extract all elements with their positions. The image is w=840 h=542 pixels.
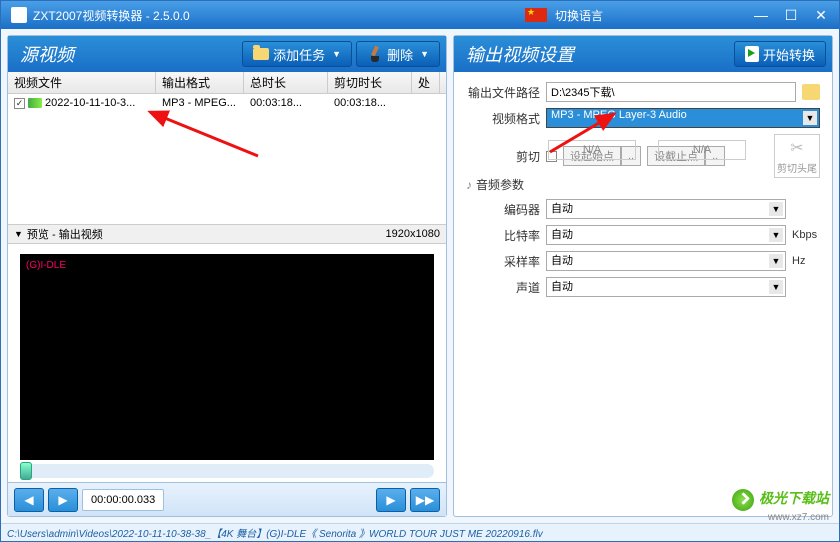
encoder-label: 编码器 [466, 201, 540, 218]
list-body[interactable]: ✓ 2022-10-11-10-3... MP3 - MPEG... 00:03… [8, 94, 446, 224]
folder-icon [253, 48, 269, 60]
cut-label: 剪切头尾 [777, 160, 817, 175]
chevron-down-icon: ▼ [420, 49, 429, 59]
playback-slider[interactable] [20, 464, 434, 478]
watermark-name: 极光下载站 [759, 490, 829, 506]
col-format[interactable]: 输出格式 [156, 72, 244, 93]
encoder-select[interactable]: 自动 ▼ [546, 199, 786, 219]
annotation-arrow-left [138, 106, 268, 166]
bitrate-label: 比特率 [466, 227, 540, 244]
trim-start-na: N/A [548, 140, 636, 160]
add-task-button[interactable]: 添加任务 ▼ [242, 41, 352, 67]
add-task-label: 添加任务 [273, 45, 325, 64]
browse-folder-button[interactable] [802, 84, 820, 100]
maximize-button[interactable]: ☐ [779, 6, 803, 24]
music-note-icon: ♪ [466, 178, 472, 192]
status-bar: C:\Users\admin\Videos\2022-10-11-10-38-3… [1, 523, 839, 541]
watermark-url: www.xz7.com [768, 512, 829, 523]
preview-label: 预览 - 输出视频 [27, 226, 103, 242]
chevron-down-icon: ▼ [769, 254, 783, 268]
videofmt-label: 视频格式 [466, 110, 540, 127]
audio-section-label: ♪ 音频参数 [466, 176, 820, 193]
brush-icon [367, 46, 383, 62]
encoder-value: 自动 [551, 203, 573, 215]
preview-resolution: 1920x1080 [386, 228, 440, 240]
row-format: MP3 - MPEG... [156, 97, 244, 109]
scissors-icon: ✂ [790, 138, 803, 158]
play-button[interactable]: ▶ [376, 488, 406, 512]
play-doc-icon [745, 46, 759, 62]
samplerate-select[interactable]: 自动 ▼ [546, 251, 786, 271]
col-file[interactable]: 视频文件 [8, 72, 156, 93]
channel-select[interactable]: 自动 ▼ [546, 277, 786, 297]
videofmt-select[interactable]: MP3 - MPEG Layer-3 Audio ▼ [546, 108, 820, 128]
cut-head-tail-button[interactable]: ✂ 剪切头尾 [774, 134, 820, 178]
samplerate-value: 自动 [551, 255, 573, 267]
minimize-button[interactable]: — [749, 6, 773, 24]
kbps-unit: Kbps [792, 229, 820, 241]
row-trim: 00:03:18... [328, 97, 412, 109]
output-settings-panel: 输出视频设置 开始转换 输出文件路径 视频格式 MP3 - MPEG Layer… [453, 35, 833, 517]
outpath-label: 输出文件路径 [466, 84, 540, 101]
video-file-icon [28, 98, 42, 108]
source-video-title: 源视频 [14, 41, 80, 67]
row-duration: 00:03:18... [244, 97, 328, 109]
row-checkbox[interactable]: ✓ [14, 98, 25, 109]
close-button[interactable]: ✕ [809, 6, 833, 24]
hz-unit: Hz [792, 255, 820, 267]
videofmt-value: MP3 - MPEG Layer-3 Audio [551, 109, 687, 121]
watermark: 极光下载站 www.xz7.com [732, 488, 829, 523]
start-label: 开始转换 [763, 45, 815, 64]
source-video-panel: 源视频 添加任务 ▼ 删除 ▼ 视频文件 输出格式 总时长 剪切时长 处 ✓ [7, 35, 447, 517]
col-trim[interactable]: 剪切时长 [328, 72, 412, 93]
right-panel-header: 输出视频设置 开始转换 [454, 36, 832, 72]
settings-body: 输出文件路径 视频格式 MP3 - MPEG Layer-3 Audio ▼ 剪… [454, 72, 832, 516]
next-button[interactable]: ▶▶ [410, 488, 440, 512]
step-fwd-button[interactable]: ▶ [48, 488, 78, 512]
main-area: 源视频 添加任务 ▼ 删除 ▼ 视频文件 输出格式 总时长 剪切时长 处 ✓ [1, 29, 839, 523]
output-settings-title: 输出视频设置 [460, 41, 580, 67]
list-row[interactable]: ✓ 2022-10-11-10-3... MP3 - MPEG... 00:03… [8, 94, 446, 112]
step-back-button[interactable]: ◀ [14, 488, 44, 512]
list-header: 视频文件 输出格式 总时长 剪切时长 处 [8, 72, 446, 94]
titlebar: ZXT2007视频转换器 - 2.5.0.0 切换语言 — ☐ ✕ [1, 1, 839, 29]
time-display: 00:00:00.033 [82, 489, 164, 511]
playback-controls: ◀ ▶ 00:00:00.033 ▶ ▶▶ [8, 482, 446, 516]
preview-overlay-text: (G)I-DLE [26, 260, 66, 271]
row-filename: 2022-10-11-10-3... [45, 97, 135, 109]
delete-button[interactable]: 删除 ▼ [356, 41, 440, 67]
col-process[interactable]: 处 [412, 72, 440, 93]
delete-label: 删除 [387, 45, 413, 64]
app-title: ZXT2007视频转换器 - 2.5.0.0 [33, 7, 190, 24]
channel-value: 自动 [551, 281, 573, 293]
bitrate-value: 自动 [551, 229, 573, 241]
col-duration[interactable]: 总时长 [244, 72, 328, 93]
slider-thumb[interactable] [20, 462, 32, 480]
chevron-down-icon: ▼ [803, 111, 817, 125]
triangle-down-icon[interactable]: ▼ [14, 229, 23, 239]
left-panel-header: 源视频 添加任务 ▼ 删除 ▼ [8, 36, 446, 72]
switch-language-button[interactable]: 切换语言 [555, 7, 603, 24]
status-filepath: C:\Users\admin\Videos\2022-10-11-10-38-3… [7, 525, 543, 540]
preview-bar: ▼ 预览 - 输出视频 1920x1080 [8, 224, 446, 244]
chevron-down-icon: ▼ [769, 202, 783, 216]
flag-cn-icon [525, 8, 547, 22]
channel-label: 声道 [466, 279, 540, 296]
app-icon [11, 7, 27, 23]
trim-label: 剪切 [466, 148, 540, 165]
bitrate-select[interactable]: 自动 ▼ [546, 225, 786, 245]
chevron-down-icon: ▼ [769, 280, 783, 294]
trim-end-na: N/A [658, 140, 746, 160]
outpath-input[interactable] [546, 82, 796, 102]
samplerate-label: 采样率 [466, 253, 540, 270]
watermark-icon [732, 489, 754, 511]
chevron-down-icon: ▼ [769, 228, 783, 242]
chevron-down-icon: ▼ [332, 49, 341, 59]
preview-video[interactable]: (G)I-DLE [20, 254, 434, 460]
start-convert-button[interactable]: 开始转换 [734, 41, 826, 67]
